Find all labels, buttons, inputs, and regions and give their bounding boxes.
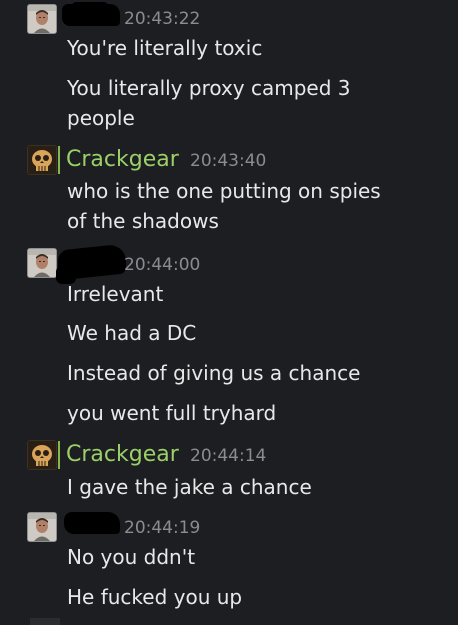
- message-text: I gave the jake a chance: [67, 475, 312, 499]
- message-text: He fucked you up: [67, 585, 243, 609]
- crackgear-skull-icon: [28, 146, 56, 174]
- timestamp: 20:44:14: [190, 446, 267, 466]
- author-name-redacted: [64, 512, 120, 534]
- message-text: You literally proxy camped 3: [67, 76, 351, 100]
- user-avatar[interactable]: [28, 249, 56, 277]
- chat-log: 20:43:22 You're literally toxic You lite…: [0, 0, 458, 625]
- crackgear-skull-icon: [28, 441, 56, 469]
- message-text: of the shadows: [67, 209, 219, 233]
- crackgear-avatar[interactable]: [28, 146, 56, 174]
- message-text: Instead of giving us a chance: [67, 361, 361, 385]
- next-avatar-edge: [30, 618, 60, 625]
- rank-indicator: [58, 146, 60, 174]
- user-avatar[interactable]: [28, 5, 56, 33]
- timestamp: 20:44:00: [124, 255, 201, 275]
- author-name-redacted: [72, 2, 108, 10]
- message-text: who is the one putting on spies: [67, 179, 381, 203]
- user-photo-icon: [28, 249, 56, 277]
- timestamp: 20:44:19: [124, 518, 201, 538]
- message-text: No you ddn't: [67, 545, 196, 569]
- author-name[interactable]: Crackgear: [66, 147, 179, 173]
- message-text: We had a DC: [67, 321, 197, 345]
- message-text: people: [67, 106, 135, 130]
- message-text: you went full tryhard: [67, 401, 277, 425]
- crackgear-avatar[interactable]: [28, 441, 56, 469]
- message-text: You're literally toxic: [67, 36, 263, 60]
- timestamp: 20:43:22: [124, 9, 201, 29]
- message-text: Irrelevant: [67, 282, 164, 306]
- user-avatar[interactable]: [28, 513, 56, 541]
- rank-indicator: [58, 441, 60, 469]
- user-photo-icon: [28, 513, 56, 541]
- author-name[interactable]: Crackgear: [66, 442, 179, 468]
- user-photo-icon: [28, 5, 56, 33]
- timestamp: 20:43:40: [190, 151, 267, 171]
